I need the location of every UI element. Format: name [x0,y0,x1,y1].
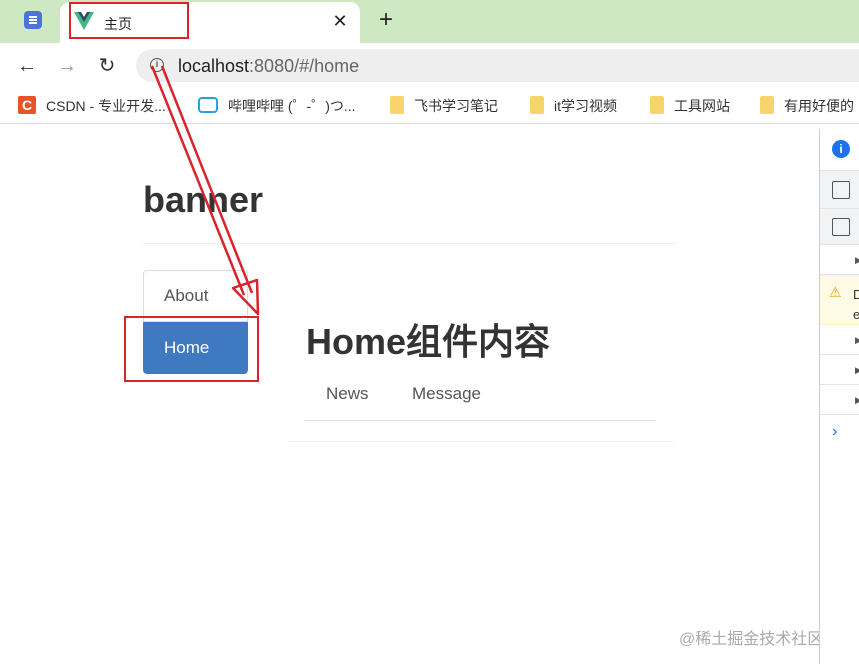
annotation-box-tab [69,2,189,39]
annotation-box-home-link [124,316,259,382]
url-host: localhost [178,56,250,76]
banner-heading: banner [143,179,264,220]
folder-icon [760,96,774,115]
bookmarks-bar: C CSDN - 专业开发... 哔哩哔哩 (゜-゜)つ... 飞书学习笔记 it… [0,89,859,124]
subtab-news[interactable]: News [326,379,369,421]
bookmark-folder-useful[interactable]: 有用好便的 [760,96,854,118]
warning-text: D e [853,287,859,322]
browser-toolbar: ← → ↻ i localhost:8080/#/home [0,43,859,89]
expand-arrow-icon[interactable]: ▶ [855,335,859,346]
devtools-info-row[interactable]: i [820,129,859,171]
back-arrow-icon[interactable]: ← [14,53,40,79]
info-icon: i [832,140,850,158]
devtools-console-row[interactable]: ▶ [820,355,859,385]
url-path: :8080/#/home [249,56,360,76]
bookmark-label: 工具网站 [674,98,730,114]
console-prompt-icon[interactable]: › [832,423,837,441]
bookmark-folder-feishu[interactable]: 飞书学习笔记 [390,96,498,118]
folder-icon [650,96,664,115]
bookmark-bilibili[interactable]: 哔哩哔哩 (゜-゜)つ... [198,96,356,118]
close-tab-icon[interactable]: ✕ [330,11,350,31]
bookmark-label: it学习视频 [554,98,617,114]
expand-arrow-icon[interactable]: ▶ [855,395,859,406]
new-tab-icon[interactable]: + [375,8,397,32]
subtab-message[interactable]: Message [412,379,481,421]
home-subtabs: News Message [304,379,656,421]
banner-divider [143,243,677,244]
inspect-element-icon[interactable] [832,181,850,199]
bookmark-label: 哔哩哔哩 (゜-゜)つ... [228,98,356,114]
bookmark-label: 有用好便的 [784,98,854,114]
bookmark-folder-tools[interactable]: 工具网站 [650,96,730,118]
panel-divider [288,441,673,442]
bilibili-icon [198,97,218,114]
devtools-panel: i ▶ ⚠ D e ▶ ▶ ▶ › [819,129,859,664]
expand-arrow-icon[interactable]: ▶ [855,365,859,376]
devtools-console-row[interactable]: ▶ [820,325,859,355]
warning-icon: ⚠ [829,284,842,300]
url-text[interactable]: localhost:8080/#/home [178,56,359,77]
site-info-icon[interactable]: i [150,58,164,72]
devtools-inspect-row[interactable] [820,171,859,209]
bookmark-label: 飞书学习笔记 [414,98,498,114]
folder-icon [390,96,404,115]
folder-icon [530,96,544,115]
bookmark-csdn[interactable]: C CSDN - 专业开发... [18,96,166,118]
devtools-warning-row[interactable]: ⚠ D e [820,275,859,325]
devtools-console-row[interactable]: ▶ [820,245,859,275]
csdn-icon: C [18,96,36,115]
devtools-console-row[interactable]: ▶ [820,385,859,415]
forward-arrow-icon[interactable]: → [54,53,80,79]
home-title: Home组件内容 [306,321,551,362]
page-viewport: banner About Home Home组件内容 News Message … [0,129,823,664]
toggle-sidebar-icon[interactable] [832,218,850,236]
address-bar[interactable]: i localhost:8080/#/home [136,49,859,82]
bookmark-folder-it[interactable]: it学习视频 [530,96,617,118]
expand-arrow-icon[interactable]: ▶ [855,255,859,266]
bookmark-label: CSDN - 专业开发... [46,98,166,114]
nav-link-about[interactable]: About [143,270,248,322]
watermark: @稀土掘金技术社区 [679,631,824,648]
devtools-toggle-row[interactable] [820,209,859,245]
docs-pinned-tab-icon[interactable] [24,11,42,29]
reload-icon[interactable]: ↻ [94,53,120,79]
